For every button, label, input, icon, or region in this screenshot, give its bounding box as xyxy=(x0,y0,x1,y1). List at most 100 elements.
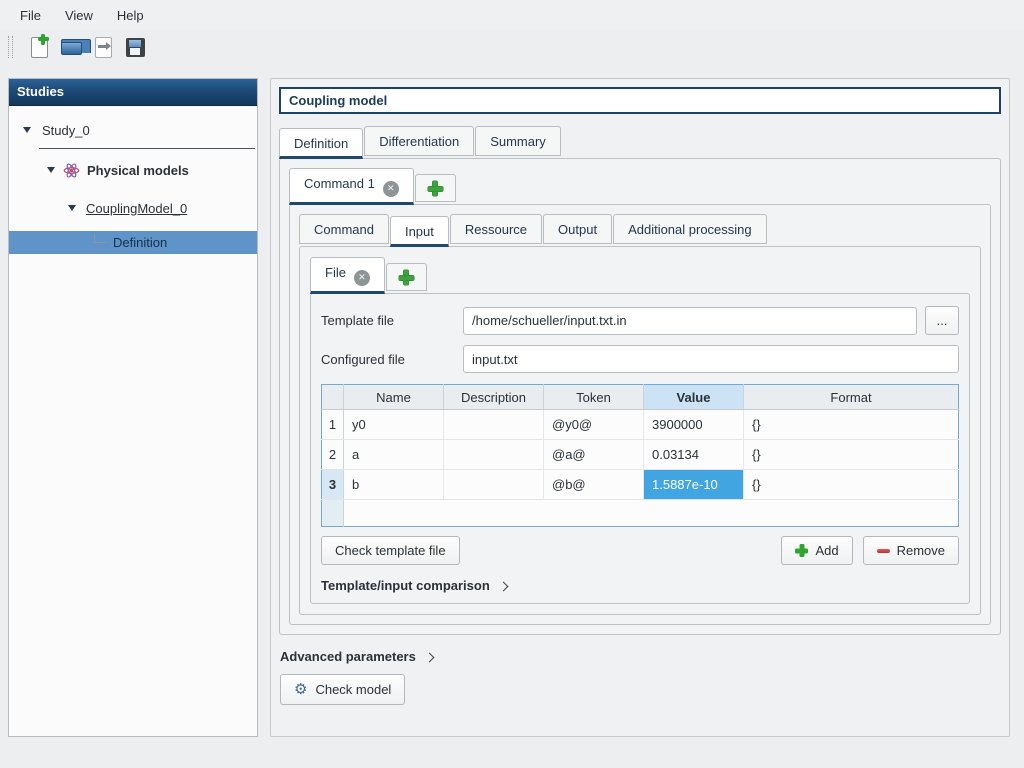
col-header-description[interactable]: Description xyxy=(444,385,544,410)
table-row: 2 a @a@ 0.03134 {} xyxy=(322,440,959,470)
new-document-icon xyxy=(31,37,48,58)
tab-differentiation[interactable]: Differentiation xyxy=(364,126,474,156)
check-template-file-button[interactable]: Check template file xyxy=(321,536,460,565)
file-pane: Template file ... Configured file xyxy=(310,293,970,604)
tab-output[interactable]: Output xyxy=(543,214,612,244)
page-title: Coupling model xyxy=(279,87,1001,114)
close-tab-icon[interactable]: ✕ xyxy=(354,270,370,286)
cell-token[interactable]: @a@ xyxy=(544,440,644,470)
cell-value-selected[interactable]: 1.5887e-10 xyxy=(644,470,744,500)
advanced-parameters-collapser[interactable]: Advanced parameters xyxy=(280,649,1001,664)
definition-pane: Command 1✕ Command Input Ressource Outpu… xyxy=(279,158,1001,635)
corner-header xyxy=(322,385,344,410)
add-command-tab-button[interactable] xyxy=(415,174,456,202)
collapser-label: Template/input comparison xyxy=(321,578,490,593)
table-empty-row xyxy=(322,500,959,527)
check-model-button[interactable]: ⚙ Check model xyxy=(280,674,405,705)
cell-format[interactable]: {} xyxy=(744,410,959,440)
command-section-tabbar: Command Input Ressource Output Additiona… xyxy=(299,214,981,247)
tree-item-label: Definition xyxy=(113,235,167,250)
tab-summary[interactable]: Summary xyxy=(475,126,561,156)
tab-file[interactable]: File✕ xyxy=(310,257,385,294)
cell-name[interactable]: y0 xyxy=(344,410,444,440)
cell-token[interactable]: @b@ xyxy=(544,470,644,500)
tab-command-1[interactable]: Command 1✕ xyxy=(289,168,414,205)
model-tabbar: Definition Differentiation Summary xyxy=(279,126,1001,159)
menubar: File View Help xyxy=(0,0,1024,30)
add-file-tab-button[interactable] xyxy=(386,263,427,291)
tree-item-physical-models[interactable]: Physical models xyxy=(9,157,257,183)
tab-input[interactable]: Input xyxy=(390,216,449,247)
atom-icon xyxy=(63,162,80,179)
cell-name[interactable]: a xyxy=(344,440,444,470)
tree-item-definition-selected[interactable]: Definition xyxy=(9,231,257,254)
table-row: 1 y0 @y0@ 3900000 {} xyxy=(322,410,959,440)
app-window: File View Help Studies Study_0 xyxy=(0,0,1024,768)
command-tabbar: Command 1✕ xyxy=(289,168,991,205)
col-header-name[interactable]: Name xyxy=(344,385,444,410)
tree-branch-line xyxy=(94,234,106,243)
browse-button[interactable]: ... xyxy=(925,306,959,335)
template-input-comparison-collapser[interactable]: Template/input comparison xyxy=(321,578,959,593)
close-tab-icon[interactable]: ✕ xyxy=(383,181,399,197)
template-file-input[interactable] xyxy=(463,307,917,335)
col-header-token[interactable]: Token xyxy=(544,385,644,410)
tab-ressource[interactable]: Ressource xyxy=(450,214,542,244)
table-row: 3 b @b@ 1.5887e-10 {} xyxy=(322,470,959,500)
studies-panel-title: Studies xyxy=(9,79,257,106)
cell-description[interactable] xyxy=(444,410,544,440)
expand-arrow-icon[interactable] xyxy=(47,167,55,173)
cell-token[interactable]: @y0@ xyxy=(544,410,644,440)
tree-item-label: Physical models xyxy=(87,163,189,178)
expand-arrow-icon[interactable] xyxy=(68,205,76,211)
cell-format[interactable]: {} xyxy=(744,470,959,500)
open-study-button[interactable] xyxy=(55,33,87,61)
tab-definition[interactable]: Definition xyxy=(279,128,363,159)
menu-help[interactable]: Help xyxy=(105,3,156,28)
remove-row-button[interactable]: Remove xyxy=(863,536,959,565)
studies-panel: Studies Study_0 Physical models Coupl xyxy=(8,78,258,737)
menu-file[interactable]: File xyxy=(8,3,53,28)
configured-file-label: Configured file xyxy=(321,352,463,367)
col-header-value[interactable]: Value xyxy=(644,385,744,410)
tree-item-couplingmodel0[interactable]: CouplingModel_0 xyxy=(9,196,257,220)
save-study-button[interactable] xyxy=(119,33,151,61)
open-folder-icon xyxy=(61,39,82,55)
gear-icon: ⚙ xyxy=(294,682,307,697)
template-file-row: Template file ... xyxy=(321,306,959,335)
tab-additional-processing[interactable]: Additional processing xyxy=(613,214,767,244)
page-title-text: Coupling model xyxy=(289,93,387,108)
add-row-button[interactable]: Add xyxy=(781,536,852,565)
export-script-button[interactable] xyxy=(87,33,119,61)
new-study-button[interactable] xyxy=(23,33,55,61)
expand-arrow-icon[interactable] xyxy=(23,127,31,133)
configured-file-input[interactable] xyxy=(463,345,959,373)
chevron-right-icon xyxy=(498,581,508,591)
table-actions-row: Check template file Add Remove xyxy=(321,536,959,565)
minus-icon xyxy=(877,549,890,553)
cell-description[interactable] xyxy=(444,440,544,470)
toolbar xyxy=(0,30,1024,64)
cell-name[interactable]: b xyxy=(344,470,444,500)
menu-view[interactable]: View xyxy=(53,3,105,28)
toolbar-drag-handle[interactable] xyxy=(8,36,13,58)
row-number[interactable]: 2 xyxy=(322,440,344,470)
row-number[interactable]: 1 xyxy=(322,410,344,440)
row-number-empty xyxy=(322,500,344,527)
col-header-format[interactable]: Format xyxy=(744,385,959,410)
cell-value[interactable]: 0.03134 xyxy=(644,440,744,470)
cell-format[interactable]: {} xyxy=(744,440,959,470)
cell-description[interactable] xyxy=(444,470,544,500)
row-number[interactable]: 3 xyxy=(322,470,344,500)
tab-command[interactable]: Command xyxy=(299,214,389,244)
tree-item-label: CouplingModel_0 xyxy=(86,201,187,216)
cell-value[interactable]: 3900000 xyxy=(644,410,744,440)
configured-file-row: Configured file xyxy=(321,345,959,373)
plus-icon xyxy=(428,181,443,196)
main-panel: Coupling model Definition Differentiatio… xyxy=(270,78,1010,737)
tree-item-study0[interactable]: Study_0 xyxy=(9,118,257,142)
variables-table: Name Description Token Value Format 1 xyxy=(321,384,959,527)
template-file-label: Template file xyxy=(321,313,463,328)
input-pane: File✕ Template file ... C xyxy=(299,246,981,615)
tree-item-label: Study_0 xyxy=(42,123,90,138)
